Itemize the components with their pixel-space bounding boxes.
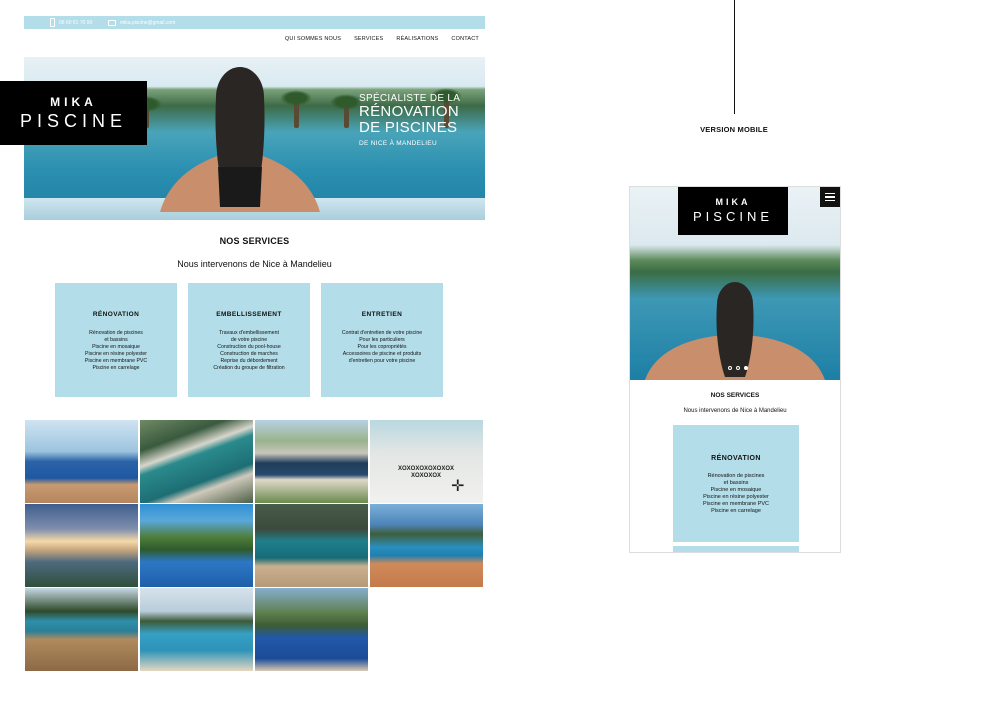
card-title: EMBELLISSEMENT: [216, 311, 282, 318]
services-title: NOS SERVICES: [219, 236, 290, 246]
card-line: Piscine en membrane PVC: [84, 357, 148, 364]
email-contact[interactable]: mika.piscine@gmail.com: [108, 16, 175, 29]
card-title: RÉNOVATION: [711, 455, 761, 462]
carousel-dot[interactable]: [736, 366, 740, 370]
gallery-photo[interactable]: [255, 504, 368, 587]
card-line: Travaux d'embellissement: [219, 330, 279, 336]
nav-services[interactable]: SERVICES: [354, 36, 383, 42]
card-line: de votre piscine: [230, 336, 268, 343]
card-line: Piscine en mosaique: [92, 343, 140, 350]
phone-contact[interactable]: 06 60 61 70 90: [50, 16, 92, 29]
card-line: Construction du pool-house: [217, 343, 281, 350]
mobile-mockup: MIKA PISCINE NOS SERVICES Nous interveno…: [629, 186, 841, 553]
mobile-services-title: NOS SERVICES: [710, 392, 760, 399]
hero-line-3: DE PISCINES: [359, 119, 458, 136]
gallery-photo[interactable]: [25, 588, 138, 671]
nav-qui-sommes-nous[interactable]: QUI SOMMES NOUS: [285, 36, 341, 42]
service-card-renovation[interactable]: RÉNOVATION Rénovation de piscines et bas…: [55, 283, 177, 397]
gallery-photo[interactable]: [140, 420, 253, 503]
card-line: Reprise du débordement: [220, 357, 278, 364]
mobile-service-card-renovation[interactable]: RÉNOVATION Rénovation de piscines et bas…: [673, 425, 799, 542]
card-line: Piscine en résine polyester: [85, 350, 147, 357]
hamburger-menu-icon[interactable]: [820, 187, 840, 207]
card-line: Piscine en membrane PVC: [702, 501, 770, 507]
card-line: Création du groupe de filtration: [213, 364, 285, 371]
logo-word-piscine: PISCINE: [692, 209, 773, 224]
card-line: Rénovation de piscines: [707, 473, 765, 479]
logo-word-piscine: PISCINE: [19, 111, 128, 131]
hero-headline: SPÉCIALISTE DE LA RÉNOVATION DE PISCINES…: [359, 93, 460, 147]
logo[interactable]: MIKA PISCINE: [0, 81, 147, 145]
phone-icon: [50, 18, 55, 27]
gallery-photo[interactable]: [255, 588, 368, 671]
card-line: Piscine en carrelage: [711, 508, 761, 514]
logo-word-mika: MIKA: [50, 95, 97, 109]
card-title: RÉNOVATION: [92, 311, 140, 318]
hero-line-2: RÉNOVATION: [359, 103, 459, 120]
divider-line: [734, 0, 735, 114]
card-line: Pour les particuliers: [359, 336, 405, 343]
card-line: et bassins: [104, 336, 128, 343]
palm-tree: [330, 94, 362, 128]
hover-text-2: XOXOXOX: [410, 473, 441, 479]
card-title: ENTRETIEN: [361, 311, 403, 318]
card-line: Piscine en mosaique: [710, 487, 762, 493]
contact-bar: 06 60 61 70 90 mika.piscine@gmail.com: [24, 16, 485, 29]
gallery-photo[interactable]: [140, 588, 253, 671]
mobile-hero: MIKA PISCINE: [630, 187, 840, 380]
card-line: et bassins: [723, 480, 749, 486]
hover-text-1: XOXOXOXOXOXOX: [397, 466, 454, 472]
card-line: Rénovation de piscines: [89, 330, 143, 336]
mobile-version-label: VERSION MOBILE: [700, 125, 768, 134]
card-line: d'entretien pour votre piscine: [348, 357, 416, 364]
mobile-services-subtitle: Nous intervenons de Nice à Mandelieu: [683, 408, 787, 414]
hero-line-4: DE NICE À MANDELIEU: [359, 140, 437, 147]
mobile-service-card-next[interactable]: [673, 546, 799, 552]
card-line: Construction de marches: [220, 350, 278, 357]
gallery-photo[interactable]: [25, 420, 138, 503]
carousel-dot[interactable]: [728, 366, 732, 370]
main-nav: QUI SOMMES NOUS SERVICES RÉALISATIONS CO…: [285, 36, 479, 42]
carousel-dots: [728, 366, 748, 370]
card-line: Pour les copropriétés: [357, 343, 407, 350]
gallery-photo-hover[interactable]: [370, 420, 483, 503]
gallery-photo[interactable]: [25, 504, 138, 587]
services-subtitle: Nous intervenons de Nice à Mandelieu: [177, 259, 332, 269]
card-line: Accessoires de piscine et produits: [342, 350, 422, 357]
gallery-photo[interactable]: [255, 420, 368, 503]
mobile-logo[interactable]: MIKA PISCINE: [678, 187, 788, 235]
pointer-cursor-icon: ✛: [451, 478, 465, 495]
logo-word-mika: MIKA: [715, 197, 751, 207]
card-line: Piscine en résine polyester: [703, 494, 769, 500]
swimmer-image: [160, 67, 320, 212]
mail-icon: [108, 19, 116, 26]
carousel-dot-active[interactable]: [744, 366, 748, 370]
service-card-embellissement[interactable]: EMBELLISSEMENT Travaux d'embellissement …: [188, 283, 310, 397]
gallery-photo[interactable]: [140, 504, 253, 587]
nav-realisations[interactable]: RÉALISATIONS: [396, 36, 438, 42]
card-line: Piscine en carrelage: [92, 364, 140, 371]
email-address: mika.piscine@gmail.com: [120, 19, 176, 26]
phone-number: 06 60 61 70 90: [59, 19, 93, 26]
service-card-entretien[interactable]: ENTRETIEN Contrat d'entretien de votre p…: [321, 283, 443, 397]
gallery-hover-text: XOXOXOXOXOXOX XOXOXOX: [370, 466, 482, 480]
card-line: Contrat d'entretien de votre piscine: [341, 330, 423, 336]
nav-contact[interactable]: CONTACT: [451, 36, 479, 42]
gallery-photo[interactable]: [370, 504, 483, 587]
